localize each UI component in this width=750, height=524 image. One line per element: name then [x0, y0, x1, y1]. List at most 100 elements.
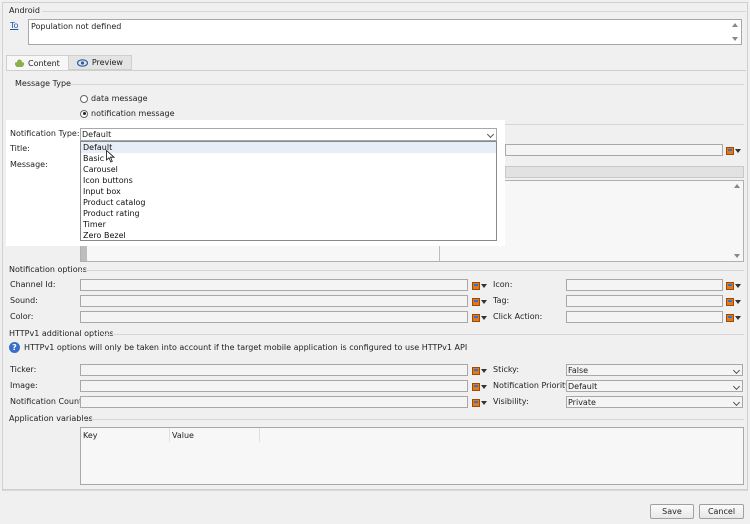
visibility-label: Visibility: — [493, 397, 529, 406]
population-field[interactable]: Population not defined — [28, 19, 742, 45]
personalize-icon — [472, 297, 480, 306]
channel-id-label: Channel Id: — [10, 280, 56, 289]
personalize-icon — [472, 281, 480, 290]
personalize-icon — [726, 313, 734, 322]
httpv1-divider — [101, 334, 744, 335]
notification-type-label: Notification Type: — [10, 129, 80, 138]
dropdown-arrow-icon — [481, 283, 487, 288]
visibility-value: Private — [568, 398, 596, 407]
dropdown-item[interactable]: Icon buttons — [81, 175, 496, 186]
footer-divider — [2, 490, 748, 491]
dropdown-item[interactable]: Default — [81, 142, 496, 153]
message-type-divider — [70, 84, 744, 85]
click-action-personalize-button[interactable] — [726, 312, 741, 323]
radio-data-message[interactable]: data message — [80, 94, 148, 103]
dropdown-item[interactable]: Product catalog — [81, 197, 496, 208]
image-input[interactable] — [80, 380, 468, 392]
dropdown-item[interactable]: Timer — [81, 219, 496, 230]
icon-personalize-button[interactable] — [726, 280, 741, 291]
editor-scroll-down-icon[interactable] — [734, 254, 740, 258]
chevron-down-icon[interactable] — [486, 130, 495, 139]
tab-content-label: Content — [28, 58, 60, 68]
notification-count-input[interactable] — [80, 396, 468, 408]
sticky-select[interactable]: False — [566, 364, 743, 376]
personalize-icon — [726, 297, 734, 306]
column-header-value[interactable]: Value — [170, 428, 260, 442]
click-action-input[interactable] — [566, 311, 723, 323]
radio-data-message-label: data message — [91, 94, 148, 103]
visibility-select[interactable]: Private — [566, 396, 743, 408]
personalize-icon — [726, 146, 734, 155]
icon-label: Icon: — [493, 280, 513, 289]
radio-notification-message-label: notification message — [91, 109, 175, 118]
color-label: Color: — [10, 312, 34, 321]
tag-input[interactable] — [566, 295, 723, 307]
chevron-down-icon[interactable] — [732, 366, 741, 375]
dropdown-arrow-icon — [735, 283, 741, 288]
title-input-tail[interactable] — [505, 144, 723, 156]
editor-scroll-up-icon[interactable] — [734, 184, 740, 188]
image-label: Image: — [10, 381, 38, 390]
dropdown-arrow-icon — [735, 315, 741, 320]
personalize-icon — [472, 366, 480, 375]
sound-label: Sound: — [10, 296, 38, 305]
tab-content[interactable]: Content — [6, 55, 69, 70]
chevron-down-icon[interactable] — [732, 382, 741, 391]
personalize-icon — [472, 398, 480, 407]
application-variables-divider — [84, 419, 744, 420]
icon-input[interactable] — [566, 279, 723, 291]
personalize-icon — [472, 382, 480, 391]
to-link[interactable]: To — [10, 21, 18, 30]
httpv1-info-text: HTTPv1 options will only be taken into a… — [24, 343, 468, 352]
dropdown-item[interactable]: Carousel — [81, 164, 496, 175]
android-section-label: Android — [9, 6, 40, 15]
httpv1-info: ? HTTPv1 options will only be taken into… — [9, 342, 467, 353]
httpv1-label: HTTPv1 additional options — [9, 329, 114, 338]
scroll-up-icon[interactable] — [732, 23, 738, 27]
channel-id-input[interactable] — [80, 279, 468, 291]
notification-priority-label: Notification Priority: — [493, 381, 573, 390]
sound-input[interactable] — [80, 295, 468, 307]
notification-type-value: Default — [82, 130, 112, 139]
sound-personalize-button[interactable] — [472, 296, 487, 307]
tag-personalize-button[interactable] — [726, 296, 741, 307]
cancel-button[interactable]: Cancel — [699, 504, 744, 519]
ticker-label: Ticker: — [10, 365, 37, 374]
notification-type-select[interactable]: Default — [80, 128, 497, 141]
ticker-input[interactable] — [80, 364, 468, 376]
personalize-icon — [472, 313, 480, 322]
dropdown-arrow-icon — [481, 384, 487, 389]
color-input[interactable] — [80, 311, 468, 323]
save-button[interactable]: Save — [650, 504, 694, 519]
tab-preview[interactable]: Preview — [68, 55, 132, 70]
channel-id-personalize-button[interactable] — [472, 280, 487, 291]
title-personalize-button[interactable] — [726, 145, 741, 156]
notification-count-personalize-button[interactable] — [472, 397, 487, 408]
radio-notification-message[interactable]: notification message — [80, 109, 174, 118]
application-variables-table[interactable]: Key Value — [80, 427, 744, 485]
color-personalize-button[interactable] — [472, 312, 487, 323]
dropdown-item[interactable]: Input box — [81, 186, 496, 197]
dropdown-item[interactable]: Basic — [81, 153, 496, 164]
dropdown-item[interactable]: Product rating — [81, 208, 496, 219]
radio-selected-icon[interactable] — [80, 109, 88, 118]
chevron-down-icon[interactable] — [732, 398, 741, 407]
personalize-icon — [726, 281, 734, 290]
ticker-personalize-button[interactable] — [472, 365, 487, 376]
sticky-label: Sticky: — [493, 365, 520, 374]
column-header-key[interactable]: Key — [81, 428, 170, 442]
dropdown-item[interactable]: Zero Bezel — [81, 230, 496, 241]
radio-icon[interactable] — [80, 94, 88, 103]
eye-icon — [76, 58, 88, 67]
image-personalize-button[interactable] — [472, 381, 487, 392]
android-divider — [42, 11, 746, 12]
dropdown-arrow-icon — [481, 400, 487, 405]
mouse-cursor-icon — [106, 149, 116, 165]
notification-priority-select[interactable]: Default — [566, 380, 743, 392]
notification-count-label: Notification Count: — [10, 397, 85, 406]
tab-bar: Content Preview — [6, 55, 132, 70]
scroll-down-icon[interactable] — [732, 37, 738, 41]
message-toolbar — [505, 166, 744, 178]
sticky-value: False — [568, 366, 589, 375]
dropdown-arrow-icon — [735, 148, 741, 153]
